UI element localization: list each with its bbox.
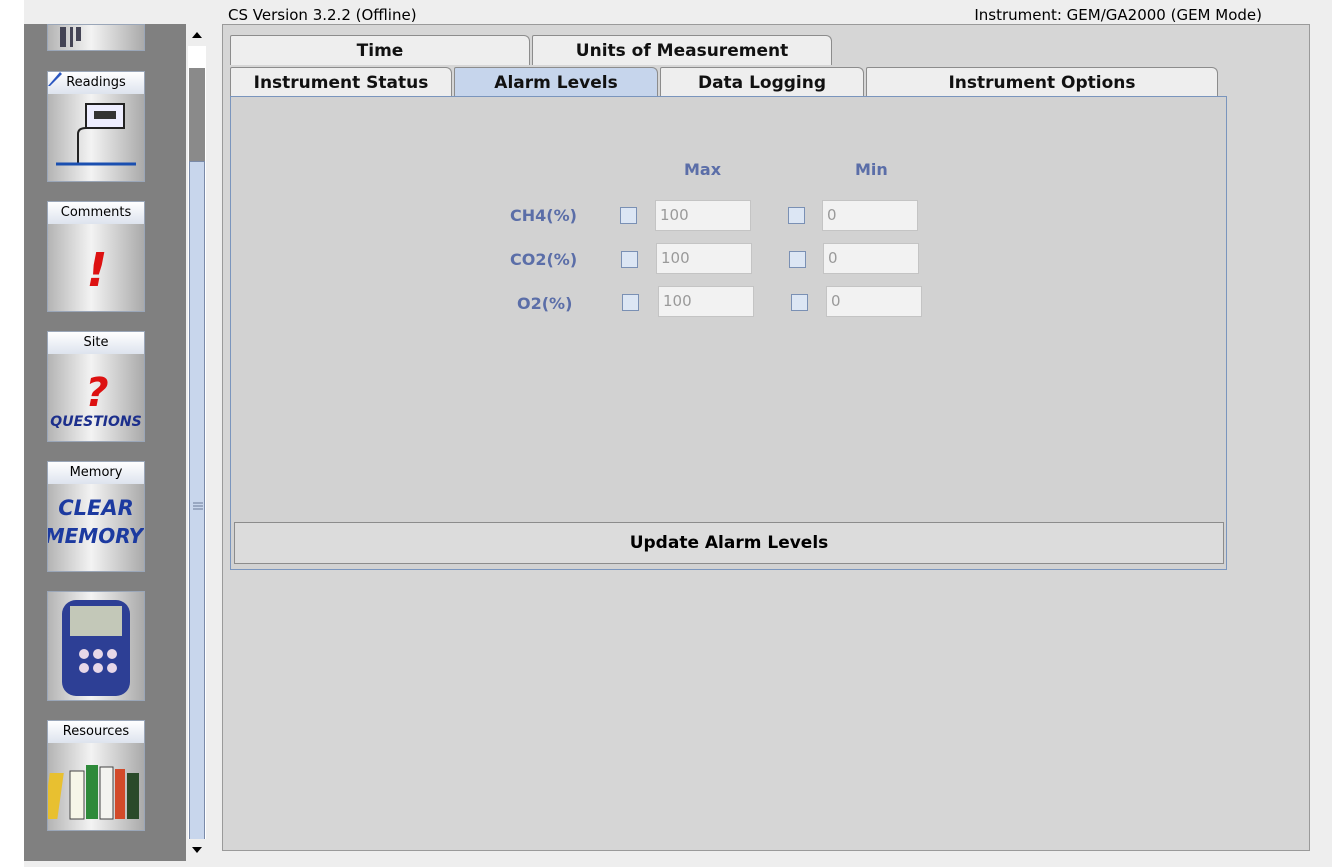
min-header: Min xyxy=(855,160,888,179)
scroll-thumb[interactable] xyxy=(189,161,205,853)
scroll-up-button[interactable] xyxy=(186,24,208,46)
svg-text:?: ? xyxy=(85,370,108,416)
arrow-up-icon xyxy=(192,32,202,38)
update-alarm-levels-button[interactable]: Update Alarm Levels xyxy=(234,522,1224,564)
questions-art-text: QUESTIONS xyxy=(50,414,142,430)
sidebar-item-label: Readings xyxy=(48,72,144,94)
sidebar-item-resources[interactable]: Resources xyxy=(47,720,145,831)
scroll-track-upper xyxy=(189,68,205,161)
o2-label: O2(%) xyxy=(517,294,573,313)
tab-instrument-status[interactable]: Instrument Status xyxy=(230,67,452,97)
sidebar-item-instrument[interactable] xyxy=(47,591,145,701)
svg-text:!: ! xyxy=(87,243,108,297)
scroll-track[interactable] xyxy=(188,46,206,859)
clear-memory-icon: CLEAR MEMORY xyxy=(48,484,144,571)
o2-max-field[interactable]: 100 xyxy=(658,286,754,317)
ch4-min-field[interactable]: 0 xyxy=(822,200,918,231)
memory-art-text: MEMORY xyxy=(47,524,144,548)
sidebar-item-top-partial[interactable] xyxy=(47,24,145,51)
sidebar-scrollbar[interactable] xyxy=(186,24,208,861)
o2-min-checkbox[interactable] xyxy=(791,294,808,311)
tab-instrument-options[interactable]: Instrument Options xyxy=(866,67,1218,97)
co2-label: CO2(%) xyxy=(510,250,578,269)
clear-art-text: CLEAR xyxy=(58,496,134,520)
sidebar-item-label: Comments xyxy=(48,202,144,224)
sidebar-item-label: Resources xyxy=(48,721,144,743)
arrow-down-icon xyxy=(192,847,202,853)
sidebar-item-site[interactable]: Site ? QUESTIONS xyxy=(47,331,145,442)
o2-min-field[interactable]: 0 xyxy=(826,286,922,317)
version-label: CS Version 3.2.2 (Offline) xyxy=(228,6,417,24)
sidebar-item-memory[interactable]: Memory CLEAR MEMORY xyxy=(47,461,145,572)
co2-max-field[interactable]: 100 xyxy=(656,243,752,274)
tab-data-logging[interactable]: Data Logging xyxy=(660,67,864,97)
ch4-max-checkbox[interactable] xyxy=(620,207,637,224)
sidebar-item-label: Memory xyxy=(48,462,144,484)
co2-max-checkbox[interactable] xyxy=(621,251,638,268)
sidebar-item-readings[interactable]: Readings xyxy=(47,71,145,182)
co2-min-checkbox[interactable] xyxy=(789,251,806,268)
max-header: Max xyxy=(684,160,722,179)
site-questions-icon: ? QUESTIONS xyxy=(48,354,144,441)
left-margin xyxy=(0,0,24,867)
readings-icon xyxy=(48,94,144,181)
tab-time[interactable]: Time xyxy=(230,35,530,65)
books-icon xyxy=(48,743,144,830)
partial-tile-icon xyxy=(48,25,144,50)
sidebar-item-comments[interactable]: Comments ! xyxy=(47,201,145,312)
comments-exclamation-icon: ! xyxy=(48,224,144,311)
co2-min-field[interactable]: 0 xyxy=(823,243,919,274)
ch4-min-checkbox[interactable] xyxy=(788,207,805,224)
tab-units-of-measurement[interactable]: Units of Measurement xyxy=(532,35,832,65)
grip-icon xyxy=(193,502,203,510)
instrument-label: Instrument: GEM/GA2000 (GEM Mode) xyxy=(974,6,1262,24)
scroll-down-button[interactable] xyxy=(186,839,208,861)
alarm-levels-panel xyxy=(230,96,1227,570)
instrument-device-icon xyxy=(48,592,144,700)
o2-max-checkbox[interactable] xyxy=(622,294,639,311)
ch4-max-field[interactable]: 100 xyxy=(655,200,751,231)
ch4-label: CH4(%) xyxy=(510,206,577,225)
sidebar-item-label: Site xyxy=(48,332,144,354)
tab-alarm-levels[interactable]: Alarm Levels xyxy=(454,67,658,99)
